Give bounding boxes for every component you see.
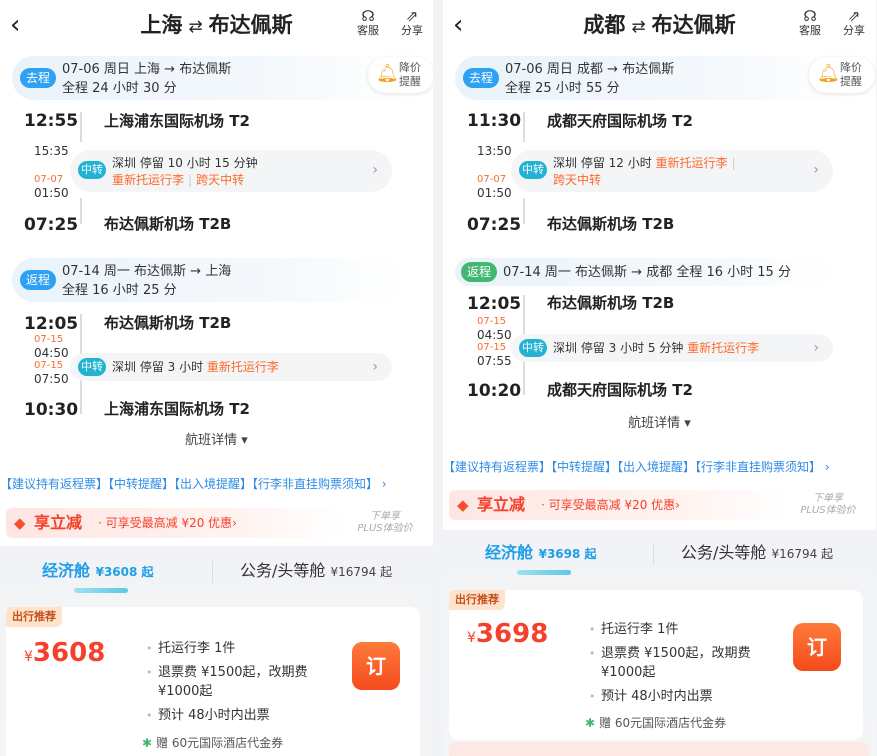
hotel-voucher: ✱ 赠 60元国际酒店代金券 (142, 736, 284, 750)
transfer-badge: 中转 (78, 161, 106, 179)
coupon-icon: ◆ (14, 514, 26, 532)
active-tab-indicator (74, 588, 128, 593)
chevron-right-icon: › (813, 340, 819, 356)
bell-icon: 🔔︎ (817, 63, 840, 84)
return-transfer-row[interactable]: 中转 深圳 停留 3 小时 5 分钟 重新托运行李 › (511, 334, 833, 362)
timeline-line (523, 112, 525, 142)
outbound-arrive-airport: 布达佩斯机场 T2B (547, 215, 675, 233)
chevron-right-icon: › (372, 359, 378, 375)
price-alert-button[interactable]: 🔔︎ 降价 提醒 (368, 57, 433, 93)
plus-price-hint: 下单享 PLUS体验价 (357, 511, 413, 534)
return-arrive-time: 10:30 (24, 400, 79, 420)
plus-price-hint: 下单享 PLUS体验价 (800, 493, 856, 516)
outbound-transfer-row[interactable]: 中转 深圳 停留 12 小时 重新托运行李 | 跨天中转 › (511, 150, 833, 192)
price-alert-button[interactable]: 🔔︎ 降价 提醒 (809, 57, 875, 93)
fare-price: ¥3698 (467, 619, 549, 649)
outbound-badge: 去程 (20, 68, 56, 88)
outbound-depart-time: 11:30 (467, 111, 522, 131)
outbound-arrive-time: 07:25 (24, 215, 79, 235)
timeline-line (80, 198, 82, 224)
notice-links[interactable]: 【建议持有返程票】【中转提醒】【出入境提醒】【行李非直挂购票须知】 › (443, 459, 830, 475)
tab-economy[interactable]: 经济舱 ¥3608 起 (42, 560, 154, 583)
recommend-tag: 出行推荐 (6, 607, 62, 627)
transfer-depart-time: 01:50 (34, 186, 69, 200)
return-transfer-row[interactable]: 中转 深圳 停留 3 小时 重新托运行李 › (70, 353, 392, 381)
flight-detail-screen-right: 成都 ⇄ 布达佩斯 ‹ ☊ 客服 ⇗ 分享 去程 07-06 周日 成都 → 布达佩斯 … (443, 0, 876, 756)
outbound-depart-airport: 成都天府国际机场 T2 (547, 112, 693, 130)
transfer-arrive-time: 15:35 (34, 144, 69, 158)
instant-discount-banner[interactable]: ◆ 享立减 · 可享受最高减 ¥20 优惠› (6, 508, 346, 538)
book-button[interactable]: 订 (793, 623, 841, 671)
transfer-badge: 中转 (519, 161, 547, 179)
outbound-depart-time: 12:55 (24, 111, 79, 131)
share-button[interactable]: ⇗ 分享 (839, 8, 869, 38)
flight-detail-screen-left: 上海 ⇄ 布达佩斯 ‹ ☊ 客服 ⇗ 分享 去程 07-06 周日 上海 → 布达佩斯 … (0, 0, 433, 756)
flight-details-toggle[interactable]: 航班详情 ▾ (443, 416, 876, 432)
outbound-date-route: 07-06 周日 上海 → 布达佩斯 (62, 62, 232, 77)
swap-icon[interactable]: ⇄ (188, 17, 202, 37)
instant-discount-banner[interactable]: ◆ 享立减 · 可享受最高减 ¥20 优惠› (449, 490, 789, 520)
share-button[interactable]: ⇗ 分享 (397, 8, 427, 38)
transfer-badge: 中转 (78, 358, 106, 376)
outbound-badge: 去程 (463, 68, 499, 88)
flight-details-toggle[interactable]: 航班详情 ▾ (0, 433, 433, 449)
return-summary: 返程 07-14 周一 布达佩斯 → 上海 全程 16 小时 25 分 (12, 258, 405, 302)
gift-icon: ✱ (585, 716, 596, 730)
return-duration: 全程 16 小时 25 分 (62, 283, 177, 298)
back-icon[interactable]: ‹ (453, 12, 463, 38)
notice-links[interactable]: 【建议持有返程票】【中转提醒】【出入境提醒】【行李非直挂购票须知】 › (0, 476, 387, 492)
outbound-arrive-airport: 布达佩斯机场 T2B (104, 215, 232, 233)
chevron-right-icon: › (813, 162, 819, 178)
return-summary: 返程 07-14 周一 布达佩斯 → 成都 全程 16 小时 15 分 (455, 258, 835, 286)
return-depart-time: 12:05 (467, 294, 522, 314)
return-badge: 返程 (461, 262, 497, 282)
next-day-tag: 07-07 (34, 174, 64, 185)
return-date-route: 07-14 周一 布达佩斯 → 上海 (62, 264, 232, 279)
share-icon: ⇗ (847, 7, 861, 25)
return-depart-airport: 布达佩斯机场 T2B (104, 314, 232, 332)
headset-icon: ☊ (361, 7, 375, 25)
comparison-screens: 上海 ⇄ 布达佩斯 ‹ ☊ 客服 ⇗ 分享 去程 07-06 周日 上海 → 布达佩斯 … (0, 0, 877, 756)
next-fare-card (449, 742, 869, 756)
return-arrive-airport: 成都天府国际机场 T2 (547, 381, 693, 399)
chevron-right-icon: › (372, 162, 378, 178)
customer-service-button[interactable]: ☊ 客服 (353, 8, 383, 38)
outbound-duration: 全程 24 小时 30 分 (62, 81, 177, 96)
outbound-arrive-time: 07:25 (467, 215, 522, 235)
timeline-line (80, 112, 82, 142)
share-icon: ⇗ (405, 7, 419, 25)
fare-card: 出行推荐 ¥3698 • 托运行李 1件 • 退票费 ¥1500起，改期费 ¥100… (449, 590, 863, 740)
tab-business-first[interactable]: 公务/头等舱 ¥16794 起 (681, 542, 833, 565)
headset-icon: ☊ (803, 7, 817, 25)
active-tab-indicator (517, 570, 571, 575)
timeline-line (523, 198, 525, 224)
back-icon[interactable]: ‹ (10, 12, 20, 38)
bell-icon: 🔔︎ (376, 63, 399, 84)
outbound-summary: 去程 07-06 周日 上海 → 布达佩斯 全程 24 小时 30 分 (12, 56, 405, 100)
tab-business-first[interactable]: 公务/头等舱 ¥16794 起 (240, 560, 392, 583)
return-arrive-time: 10:20 (467, 381, 522, 401)
return-arrive-airport: 上海浦东国际机场 T2 (104, 400, 250, 418)
outbound-transfer-row[interactable]: 中转 深圳 停留 10 小时 15 分钟 重新托运行李 | 跨天中转 › (70, 150, 392, 192)
customer-service-button[interactable]: ☊ 客服 (795, 8, 825, 38)
tab-divider (653, 543, 654, 565)
gift-icon: ✱ (142, 736, 153, 750)
return-depart-airport: 布达佩斯机场 T2B (547, 294, 675, 312)
fare-card: 出行推荐 ¥3608 • 托运行李 1件 • 退票费 ¥1500起，改期费 ¥100… (6, 607, 420, 756)
tab-economy[interactable]: 经济舱 ¥3698 起 (485, 542, 597, 565)
swap-icon[interactable]: ⇄ (631, 17, 645, 37)
coupon-icon: ◆ (457, 496, 469, 514)
book-button[interactable]: 订 (352, 642, 400, 690)
return-depart-time: 12:05 (24, 314, 79, 334)
return-badge: 返程 (20, 270, 56, 290)
outbound-summary: 去程 07-06 周日 成都 → 布达佩斯 全程 25 小时 55 分 (455, 56, 848, 100)
transfer-badge: 中转 (519, 339, 547, 357)
tab-divider (212, 561, 213, 583)
outbound-depart-airport: 上海浦东国际机场 T2 (104, 112, 250, 130)
hotel-voucher: ✱ 赠 60元国际酒店代金券 (585, 716, 727, 730)
recommend-tag: 出行推荐 (449, 590, 505, 610)
fare-price: ¥3608 (24, 638, 106, 668)
